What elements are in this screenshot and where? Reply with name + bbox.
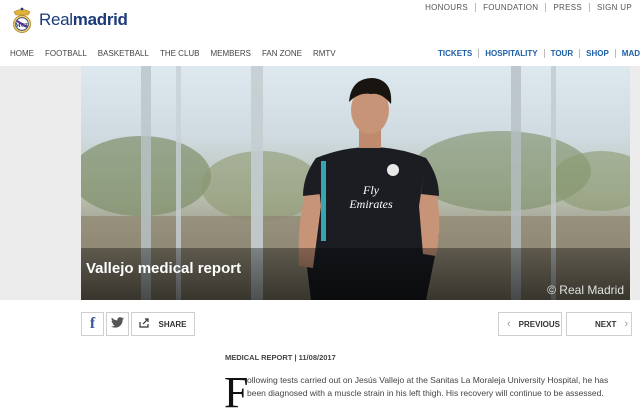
nav-home[interactable]: HOME (10, 49, 34, 58)
svg-text:MCF: MCF (15, 23, 29, 29)
shirt-sponsor-line2: Emirates (348, 197, 393, 211)
utility-links: HONOURS FOUNDATION PRESS SIGN UP (425, 3, 632, 12)
real-madrid-logo[interactable]: MCF Realmadrid (10, 6, 128, 34)
twitter-icon (111, 315, 124, 333)
divider (475, 3, 477, 12)
main-nav: HOME FOOTBALL BASKETBALL THE CLUB MEMBER… (0, 46, 640, 62)
shirt-sponsor-line1: Fly (362, 183, 380, 197)
divider (545, 3, 547, 12)
foundation-link[interactable]: FOUNDATION (483, 3, 538, 12)
copyright-watermark: © Real Madrid (547, 283, 624, 297)
nav-left: HOME FOOTBALL BASKETBALL THE CLUB MEMBER… (10, 49, 336, 58)
previous-label: PREVIOUS (518, 319, 561, 329)
next-button[interactable]: NEXT › (566, 312, 632, 336)
twitter-share-button[interactable] (106, 312, 129, 336)
share-label: SHARE (158, 319, 187, 329)
chevron-right-icon: › (624, 318, 629, 330)
crest-icon: MCF (10, 6, 34, 34)
article-body: ollowing tests carried out on Jesús Vall… (247, 375, 609, 398)
share-pager-row: f SHARE ‹ PREVIOUS NEXT › (0, 312, 640, 338)
divider (614, 49, 616, 58)
facebook-icon: f (89, 315, 96, 332)
previous-button[interactable]: ‹ PREVIOUS (498, 312, 562, 336)
nav-mad[interactable]: MAD (622, 49, 640, 58)
press-link[interactable]: PRESS (553, 3, 582, 12)
article-dropcap: F (224, 368, 249, 416)
facebook-share-button[interactable]: f (81, 312, 104, 336)
nav-fan-zone[interactable]: FAN ZONE (262, 49, 302, 58)
nav-tour[interactable]: TOUR (551, 49, 574, 58)
article-meta: MEDICAL REPORT | 11/08/2017 (225, 353, 336, 362)
nav-basketball[interactable]: BASKETBALL (98, 49, 149, 58)
nav-right: TICKETS HOSPITALITY TOUR SHOP MAD (438, 49, 640, 58)
nav-tickets[interactable]: TICKETS (438, 49, 472, 58)
brand-prefix: Real (39, 10, 73, 29)
share-icon (139, 318, 150, 330)
divider (579, 49, 581, 58)
honours-link[interactable]: HONOURS (425, 3, 468, 12)
nav-shop[interactable]: SHOP (586, 49, 609, 58)
nav-hospitality[interactable]: HOSPITALITY (485, 49, 537, 58)
top-bar: MCF Realmadrid HONOURS FOUNDATION PRESS … (0, 0, 640, 38)
brand-name: Realmadrid (39, 10, 128, 30)
divider (589, 3, 590, 12)
nav-rmtv[interactable]: RMTV (313, 49, 336, 58)
next-label: NEXT (595, 319, 617, 329)
hero-title: Vallejo medical report (86, 260, 242, 277)
nav-football[interactable]: FOOTBALL (45, 49, 87, 58)
sign-up-link[interactable]: SIGN UP (597, 3, 632, 12)
divider (543, 49, 545, 58)
nav-the-club[interactable]: THE CLUB (160, 49, 200, 58)
hero-side-strip (630, 66, 640, 300)
hero: Fly Emirates Vallejo medical report © Re… (0, 66, 640, 300)
share-button[interactable]: SHARE (131, 312, 195, 336)
chevron-left-icon: ‹ (507, 318, 511, 330)
nav-members[interactable]: MEMBERS (211, 49, 251, 58)
brand-suffix: madrid (72, 10, 128, 29)
divider (478, 49, 480, 58)
